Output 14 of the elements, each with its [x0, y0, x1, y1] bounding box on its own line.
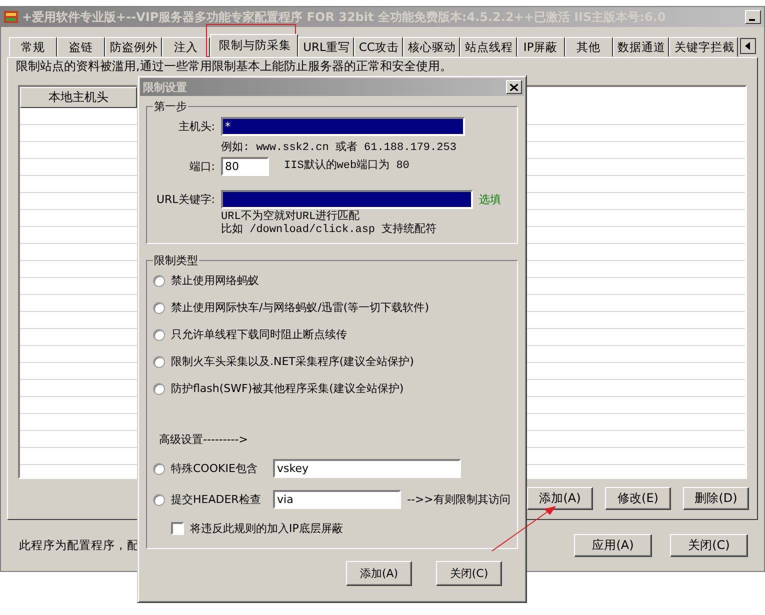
description-text: 限制站点的资料被滥用,通过一些常用限制基本上能防止服务器的正常和安全使用。 [16, 60, 453, 73]
hint-text: IIS默认的web端口为 80 [284, 160, 410, 173]
field-label: URL关键字: [155, 193, 215, 206]
group-title: 第一步 [153, 100, 188, 113]
dialog-title: 限制设置 [143, 80, 187, 94]
hint-text: 例如: www.ssk2.cn 或者 61.188.179.253 [221, 142, 458, 155]
hint-text: 比如 /download/click.asp 支持统配符 [221, 224, 438, 237]
group-title: 限制类型 [153, 254, 199, 267]
field-label: 主机头: [177, 120, 215, 133]
hint-text: URL不为空就对URL进行匹配 [221, 211, 361, 223]
section-label: 高级设置---------> [159, 433, 248, 446]
field-label: 端口: [188, 160, 215, 173]
optional-label: 选填 [479, 193, 501, 206]
suffix-text: -->>有则限制其访问 [407, 493, 510, 506]
